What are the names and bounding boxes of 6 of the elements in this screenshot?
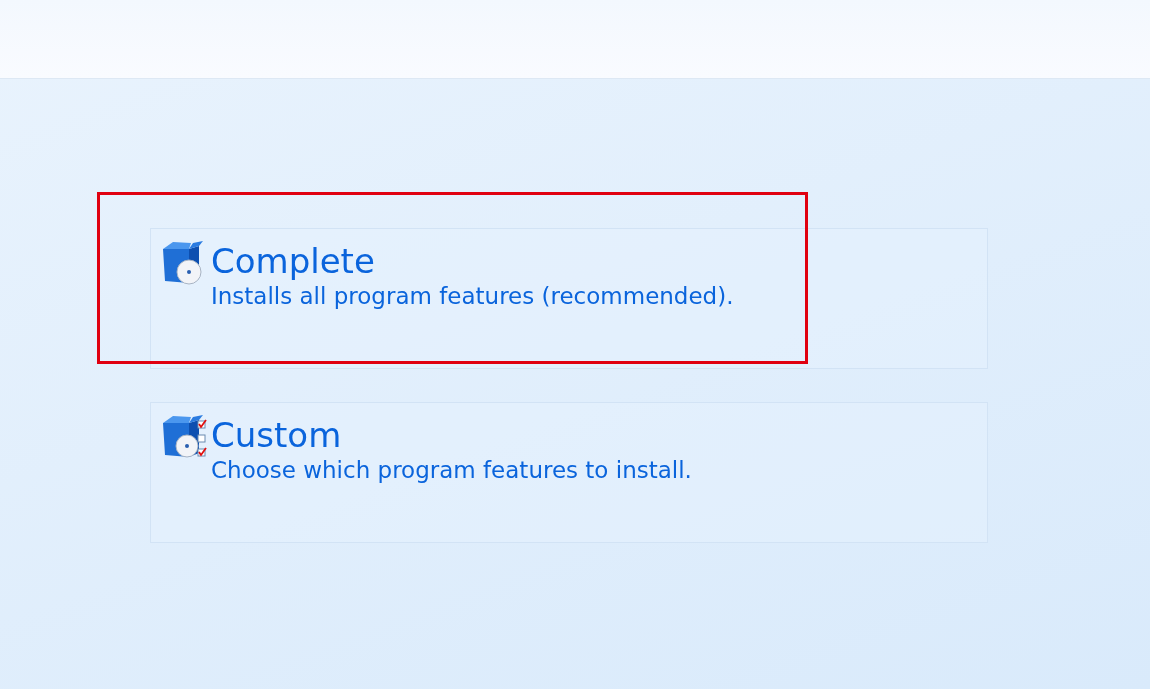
option-title: Custom: [211, 414, 343, 457]
option-title: Complete: [211, 240, 376, 283]
setup-option[interactable]: Custom Choose which program features to install.: [150, 402, 988, 543]
option-description: Choose which program features to install.: [211, 457, 692, 483]
option-description: Installs all program features (recommended).: [211, 283, 734, 309]
setup-option[interactable]: Complete Installs all program features (recommended).: [150, 228, 988, 369]
